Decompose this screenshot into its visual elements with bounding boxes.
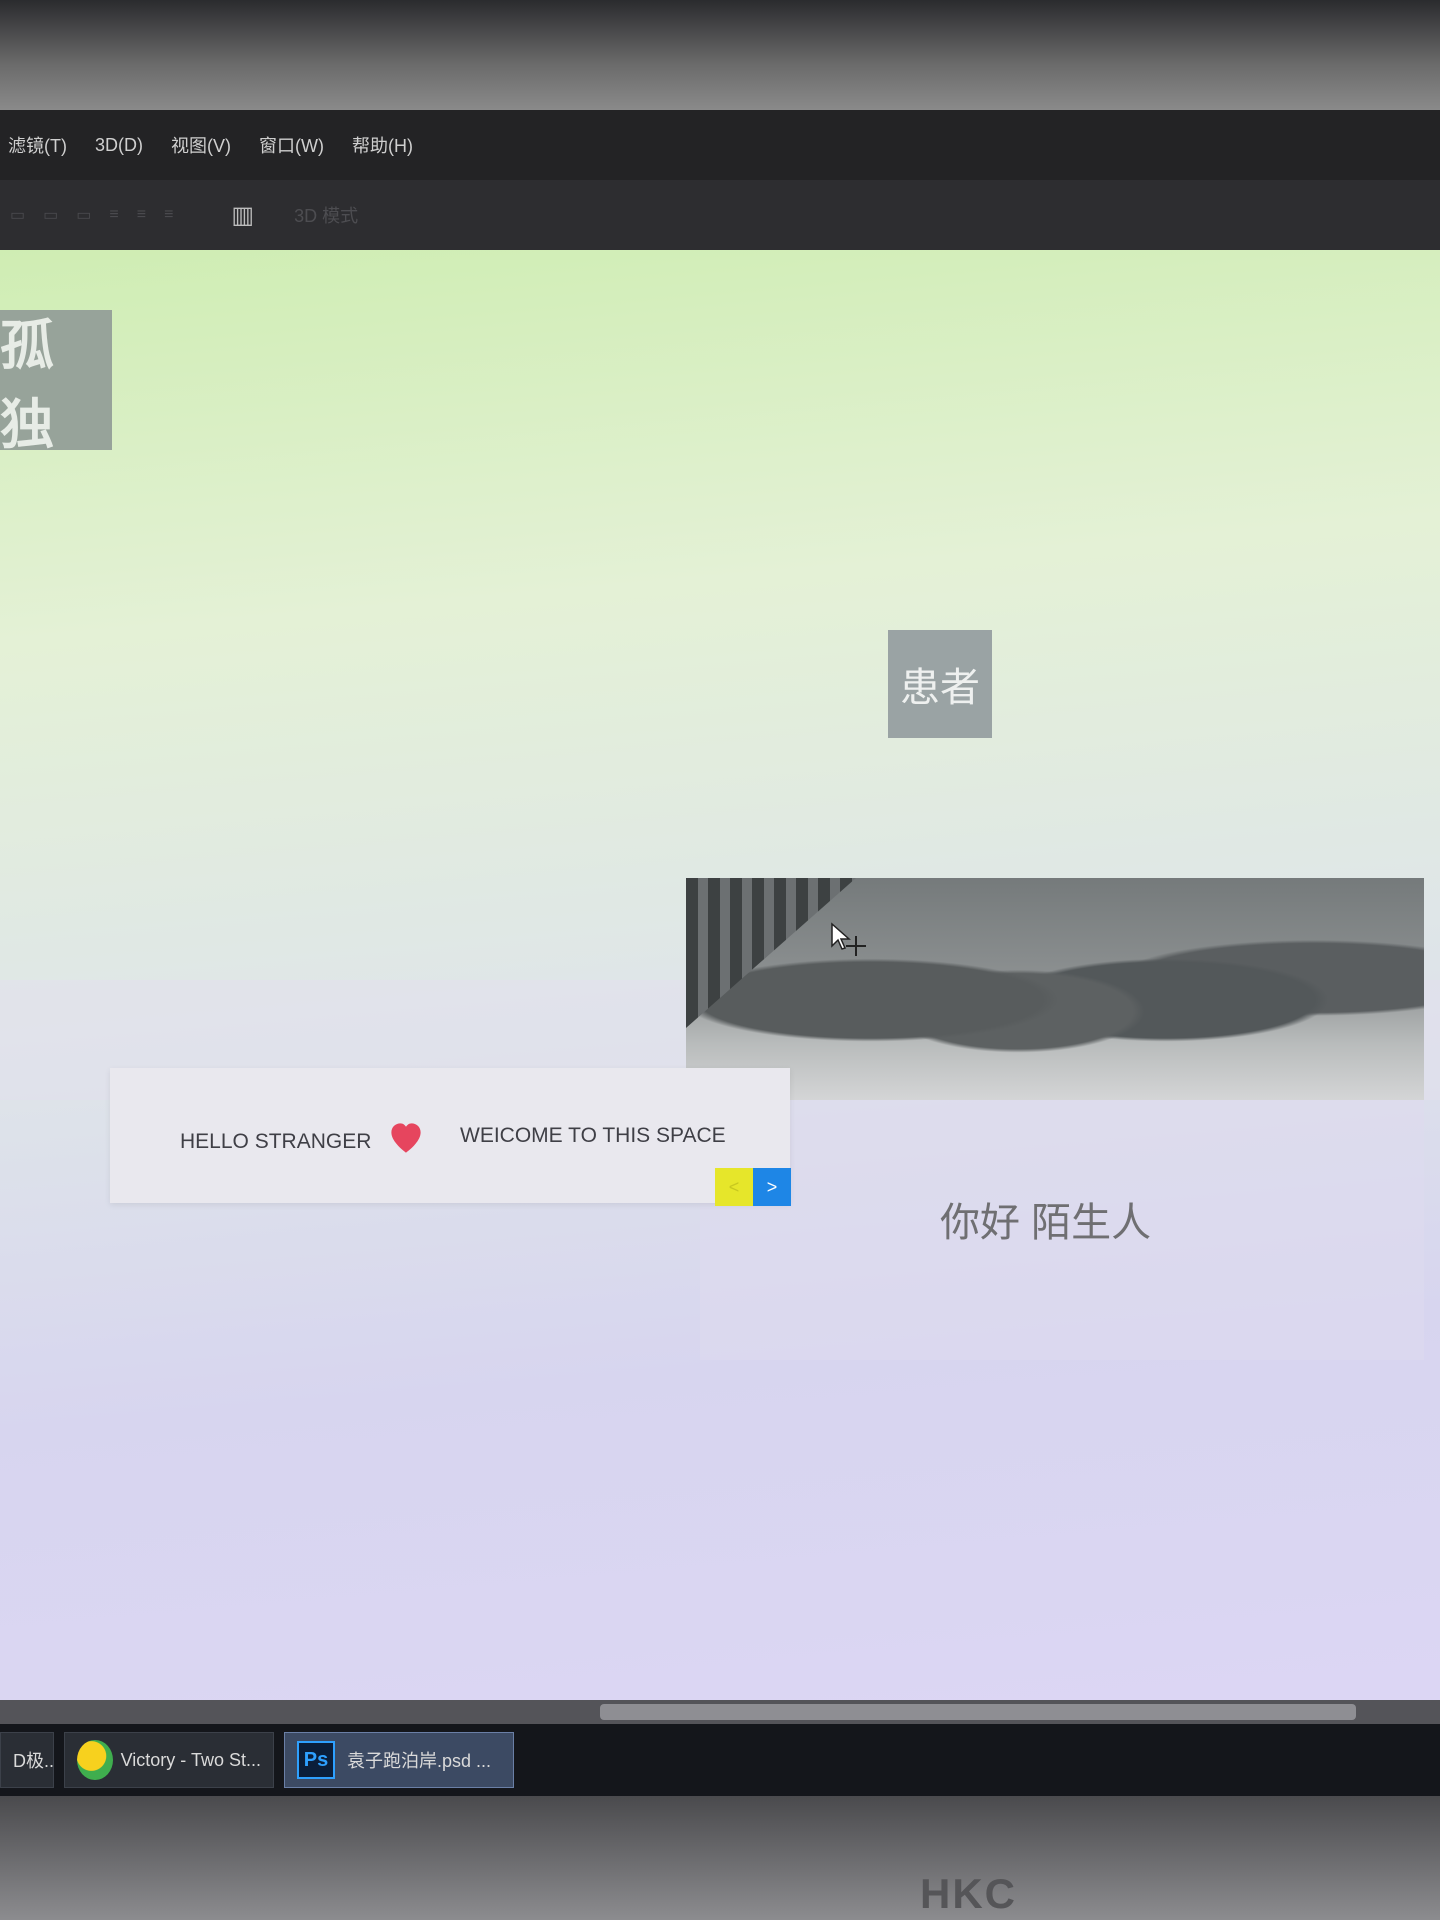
forest-photo: [686, 878, 1424, 1100]
center-title-tile: 患者: [888, 630, 992, 738]
move-cursor-icon: [831, 922, 866, 956]
align-icon[interactable]: ▭: [43, 205, 58, 225]
taskbar-item-label: Victory - Two St...: [120, 1749, 261, 1770]
left-title-tile: 孤独: [0, 310, 112, 450]
greeting-text: 你好 陌生人: [940, 1201, 1152, 1245]
left-title-text: 孤独: [0, 316, 54, 450]
music-player-icon: [77, 1740, 113, 1780]
taskbar-item-photoshop[interactable]: Ps 袁子跑泊岸.psd ...: [284, 1732, 514, 1788]
taskbar-item-label: 袁子跑泊岸.psd ...: [347, 1751, 492, 1771]
distribute-icon[interactable]: ≡: [109, 206, 118, 224]
align-icon[interactable]: ▭: [76, 205, 91, 225]
horizontal-scrollbar[interactable]: [0, 1700, 1440, 1724]
photoshop-icon: Ps: [297, 1741, 335, 1779]
hello-text: HELLO STRANGER: [180, 1130, 372, 1153]
monitor-top-bezel: [0, 0, 1440, 110]
prev-button[interactable]: <: [715, 1168, 753, 1206]
taskbar: D极... Victory - Two St... Ps 袁子跑泊岸.psd .…: [0, 1724, 1440, 1796]
welcome-card: HELLO STRANGER WEICOME TO THIS SPACE < >: [110, 1068, 791, 1206]
options-bar: ▭ ▭ ▭ ≡ ≡ ≡ ▥ 3D 模式: [0, 180, 1440, 250]
auto-align-icon[interactable]: ▥: [231, 201, 254, 230]
menu-bar: 滤镜(T) 3D(D) 视图(V) 窗口(W) 帮助(H): [0, 110, 1440, 180]
next-button[interactable]: >: [753, 1168, 791, 1206]
heart-icon: [391, 1123, 421, 1153]
menu-item-window[interactable]: 窗口(W): [259, 132, 324, 158]
taskbar-item[interactable]: D极...: [0, 1732, 54, 1788]
taskbar-item-music[interactable]: Victory - Two St...: [64, 1732, 274, 1788]
menu-item-view[interactable]: 视图(V): [171, 132, 231, 158]
monitor-bezel: HKC: [0, 1796, 1440, 1920]
distribute-icon[interactable]: ≡: [137, 206, 146, 224]
welcome-text: WEICOME TO THIS SPACE: [460, 1124, 726, 1147]
distribute-icon[interactable]: ≡: [164, 206, 173, 224]
center-title-text: 患者: [900, 666, 980, 710]
monitor-brand-logo: HKC: [920, 1870, 1017, 1917]
3d-mode-label: 3D 模式: [294, 206, 359, 226]
menu-item-help[interactable]: 帮助(H): [352, 132, 413, 158]
document-canvas[interactable]: 孤独 患者 你好 陌生人 HELLO STRANGER WEICOME TO T…: [0, 250, 1440, 1700]
scrollbar-thumb[interactable]: [600, 1704, 1356, 1720]
menu-item-3d[interactable]: 3D(D): [95, 135, 143, 156]
align-icon[interactable]: ▭: [10, 205, 25, 225]
taskbar-item-label: D极...: [13, 1751, 54, 1771]
menu-item-filter[interactable]: 滤镜(T): [8, 132, 67, 158]
